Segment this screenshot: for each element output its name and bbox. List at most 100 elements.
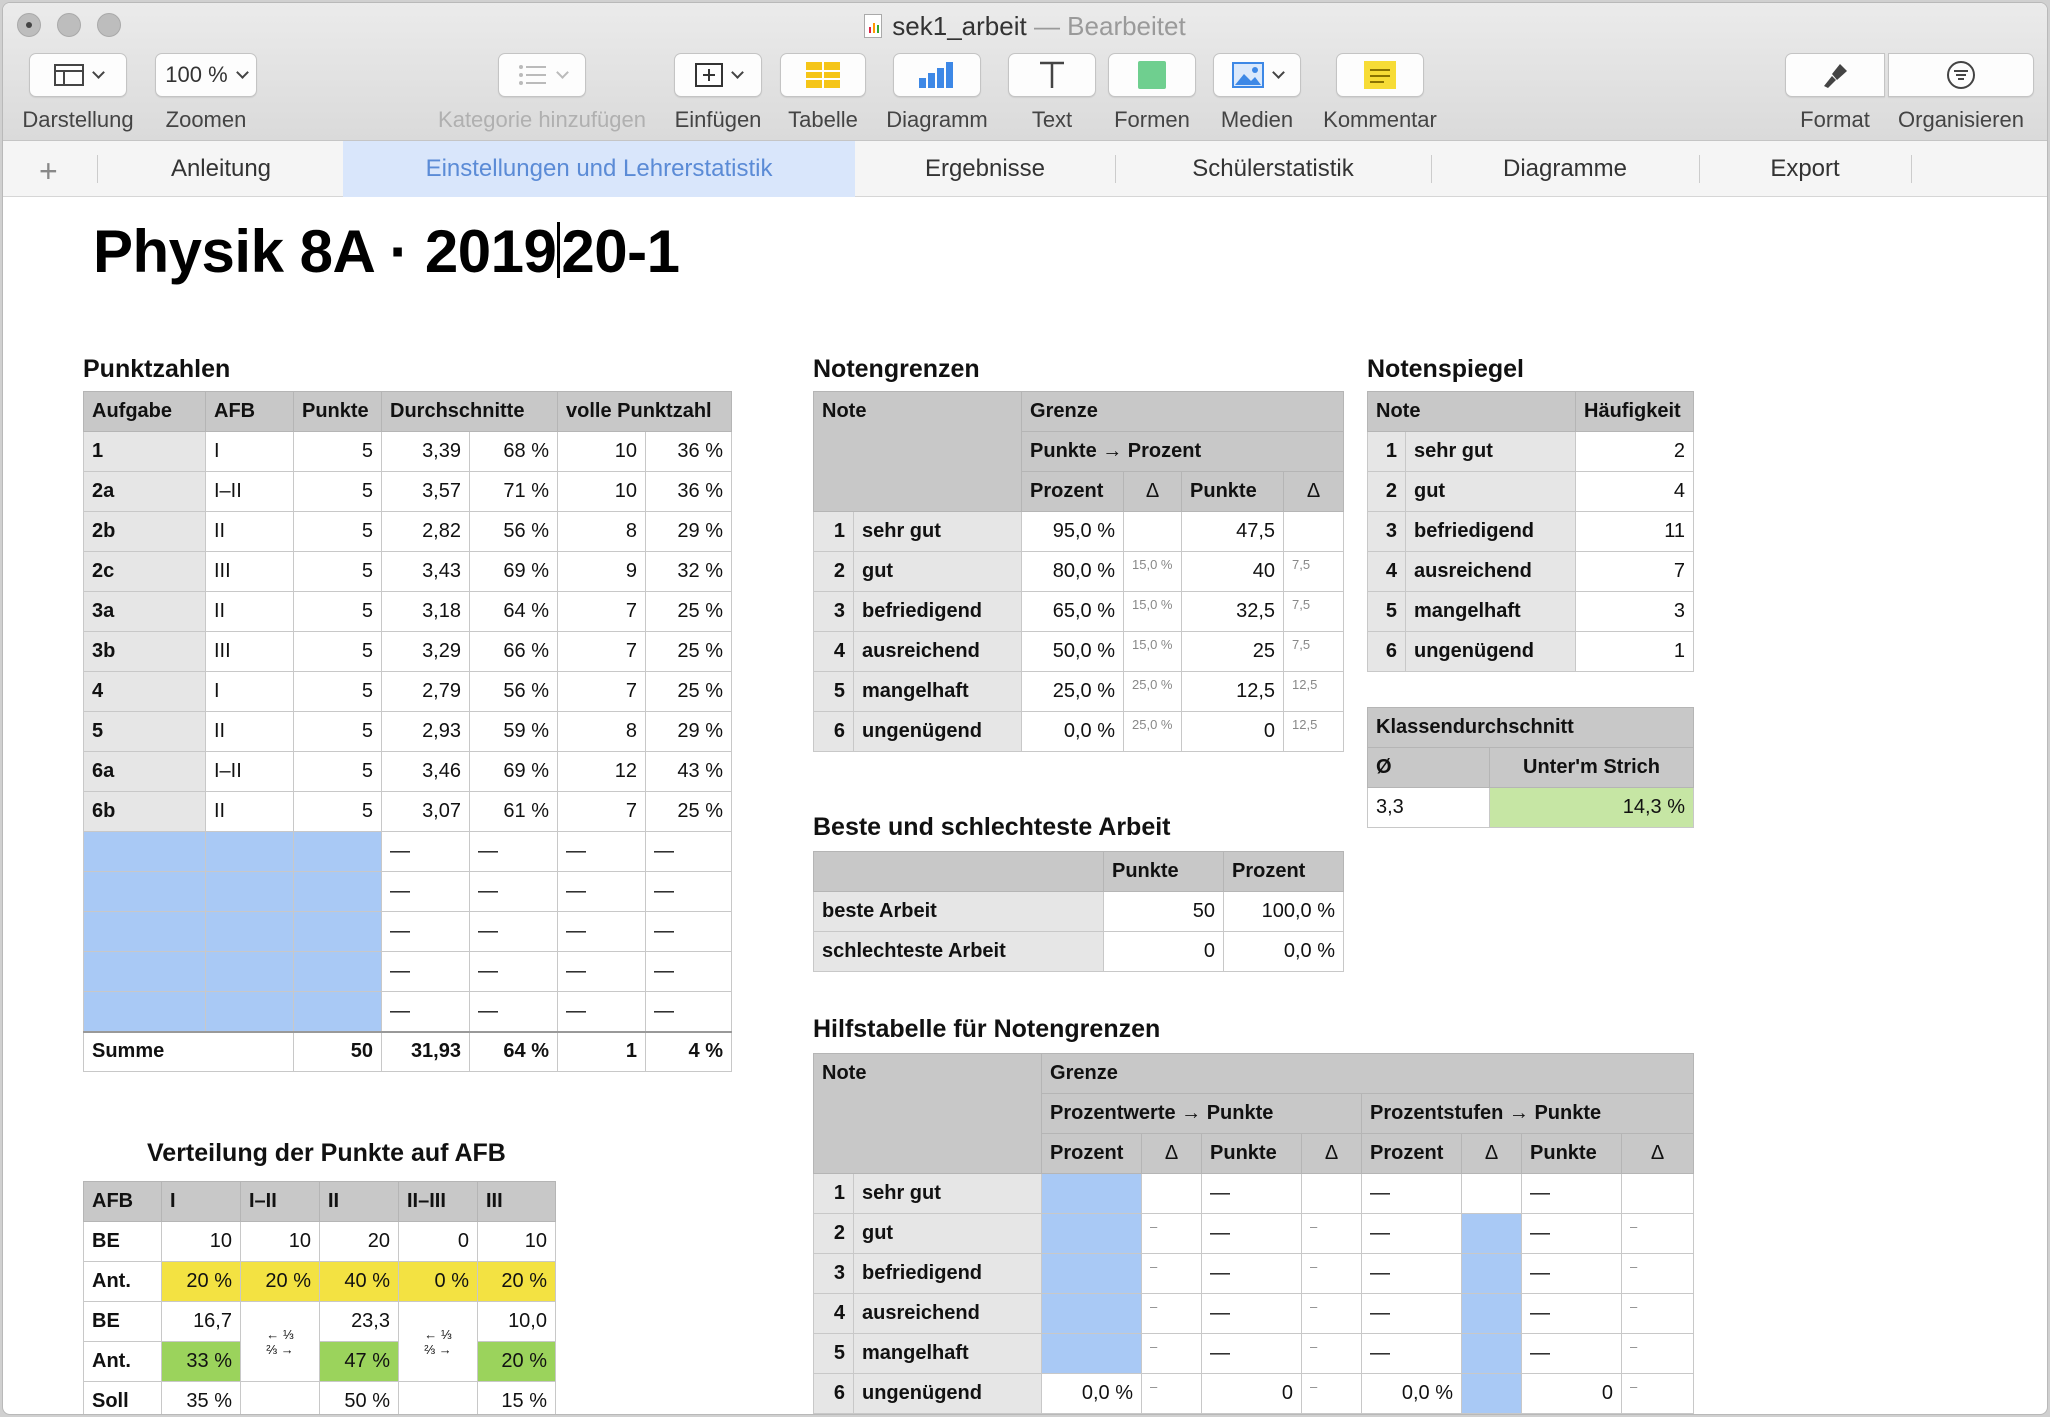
dash-cell[interactable]: — [1201,1213,1303,1254]
dash-cell[interactable]: — [381,911,470,952]
dash-cell[interactable]: — [381,871,470,912]
empty-input-cell[interactable] [1041,1213,1143,1254]
table-row[interactable]: 5 mangelhaft 3 [1367,591,1695,632]
header-cell[interactable]: Punkte → Prozent [1021,431,1345,472]
cell[interactable]: 8 [557,711,646,752]
cell[interactable]: 20 % [240,1261,320,1302]
cell[interactable]: 5 [293,711,382,752]
cell[interactable]: 5 [293,511,382,552]
media-icon[interactable] [1213,53,1301,97]
tab-schuelerstatistik[interactable]: Schülerstatistik [1115,141,1431,197]
cell[interactable]: 3,39 [381,431,470,472]
header-cell[interactable]: Prozent [1021,471,1125,512]
sum-cell[interactable]: 64 % [469,1030,558,1072]
cell[interactable]: 20 % [477,1341,556,1382]
cell[interactable]: 9 [557,551,646,592]
cell[interactable]: 10,0 [477,1301,556,1342]
cell[interactable]: 25 % [645,671,732,712]
header-cell[interactable]: AFB [83,1181,162,1222]
delta-cell[interactable] [1141,1173,1203,1214]
delta-cell[interactable]: 15,0 % [1123,631,1183,672]
table-row[interactable]: 6 ungenügend 0,0 % –0–0,0 % 0– [813,1373,1695,1414]
cell[interactable]: 5 [293,431,382,472]
cell[interactable] [398,1381,478,1414]
cell[interactable]: 5 [293,471,382,512]
row-label[interactable]: BE [83,1221,162,1262]
table-row[interactable]: 2 gut – — – — — – [813,1213,1695,1254]
dash-cell[interactable]: — [557,991,646,1032]
empty-input-cell[interactable] [293,871,382,912]
delta-cell[interactable]: 25,0 % [1123,671,1183,712]
sum-cell[interactable]: 31,93 [381,1030,470,1072]
grade-label[interactable]: gut [852,1213,1043,1254]
organize-filter-icon[interactable] [1888,53,2034,97]
table-row[interactable]: — — — — [83,831,732,872]
grade-number[interactable]: 6 [813,711,854,752]
task-label[interactable]: 2b [83,511,206,552]
delta-cell[interactable]: – [1141,1213,1203,1254]
grade-number[interactable]: 3 [813,1253,854,1294]
dash-cell[interactable]: — [1521,1293,1623,1334]
cell[interactable]: 71 % [469,471,558,512]
delta-cell[interactable] [1461,1173,1523,1214]
header-cell[interactable]: Note [1366,391,1577,432]
header-cell[interactable]: II–III [398,1181,478,1222]
cell[interactable]: 3,29 [381,631,470,672]
organisieren-tool[interactable]: Organisieren [1887,53,2035,133]
cell[interactable]: 5 [293,591,382,632]
dash-cell[interactable]: — [1521,1213,1623,1254]
grade-number[interactable]: 2 [1367,471,1406,512]
grade-number[interactable]: 5 [813,1333,854,1374]
tab-einstellungen[interactable]: Einstellungen und Lehrerstatistik [343,141,855,197]
dash-cell[interactable]: — [557,831,646,872]
header-cell[interactable]: Note [812,391,1023,512]
delta-cell[interactable]: 12,5 [1283,671,1345,712]
table-row[interactable]: 3 befriedigend 11 [1367,511,1695,552]
table-icon[interactable] [780,53,866,97]
header-cell[interactable]: Δ [1301,1133,1363,1174]
split-cell[interactable]: ← ⅓⅔ → [240,1301,320,1382]
header-cell[interactable]: Δ [1123,471,1183,512]
dash-cell[interactable]: — [645,911,732,952]
table-row[interactable]: 2c III 5 3,43 69 % 9 32 % [83,551,732,592]
dash-cell[interactable]: — [1201,1293,1303,1334]
dash-cell[interactable]: — [1521,1173,1623,1214]
cell[interactable]: 7 [557,671,646,712]
kommentar-tool[interactable]: Kommentar [1317,53,1443,133]
beste-table[interactable]: Punkte Prozent beste Arbeit 50 100,0 % s… [813,851,1344,972]
empty-input-cell[interactable] [205,831,294,872]
dash-cell[interactable]: — [469,951,558,992]
dash-cell[interactable]: — [557,911,646,952]
chart-icon[interactable] [893,53,981,97]
add-sheet-icon[interactable]: + [39,153,58,190]
cell[interactable]: 16,7 [161,1301,241,1342]
format-tool[interactable]: Format [1785,53,1885,133]
delta-cell[interactable]: – [1301,1293,1363,1334]
medien-tool[interactable]: Medien [1209,53,1305,133]
dash-cell[interactable]: — [381,831,470,872]
dash-cell[interactable]: — [1361,1293,1463,1334]
table-row[interactable]: 6b II 5 3,07 61 % 7 25 % [83,791,732,832]
cell[interactable]: 36 % [645,431,732,472]
header-cell[interactable]: Punkte [1521,1133,1623,1174]
task-label[interactable]: 6a [83,751,206,792]
header-cell[interactable]: III [477,1181,556,1222]
cell[interactable]: 29 % [645,711,732,752]
task-label[interactable]: 5 [83,711,206,752]
header-cell[interactable]: Grenze [1021,391,1345,432]
cell[interactable]: 68 % [469,431,558,472]
cell[interactable]: III [205,551,294,592]
table-row[interactable]: 2b II 5 2,82 56 % 8 29 % [83,511,732,552]
table-row[interactable]: 3 befriedigend 65,0 % 15,0 % 32,5 7,5 [813,591,1345,632]
table-row[interactable]: — — — — [83,951,732,992]
table-row[interactable]: 5 II 5 2,93 59 % 8 29 % [83,711,732,752]
frequency-cell[interactable]: 3 [1575,591,1695,632]
klassendurchschnitt-table[interactable]: Klassendurchschnitt Ø Unter'm Strich 3,3… [1366,707,1695,828]
cell[interactable]: 0 [398,1221,478,1262]
table-row[interactable]: 5 mangelhaft 25,0 % 25,0 % 12,5 12,5 [813,671,1345,712]
cell[interactable]: 50,0 % [1021,631,1125,672]
header-cell[interactable]: Note [812,1053,1043,1174]
grade-label[interactable]: gut [1404,471,1577,512]
header-cell[interactable]: AFB [205,391,294,432]
verteilung-table[interactable]: AFB I I–II II II–III III BE 10 10 20 0 1… [83,1181,556,1414]
